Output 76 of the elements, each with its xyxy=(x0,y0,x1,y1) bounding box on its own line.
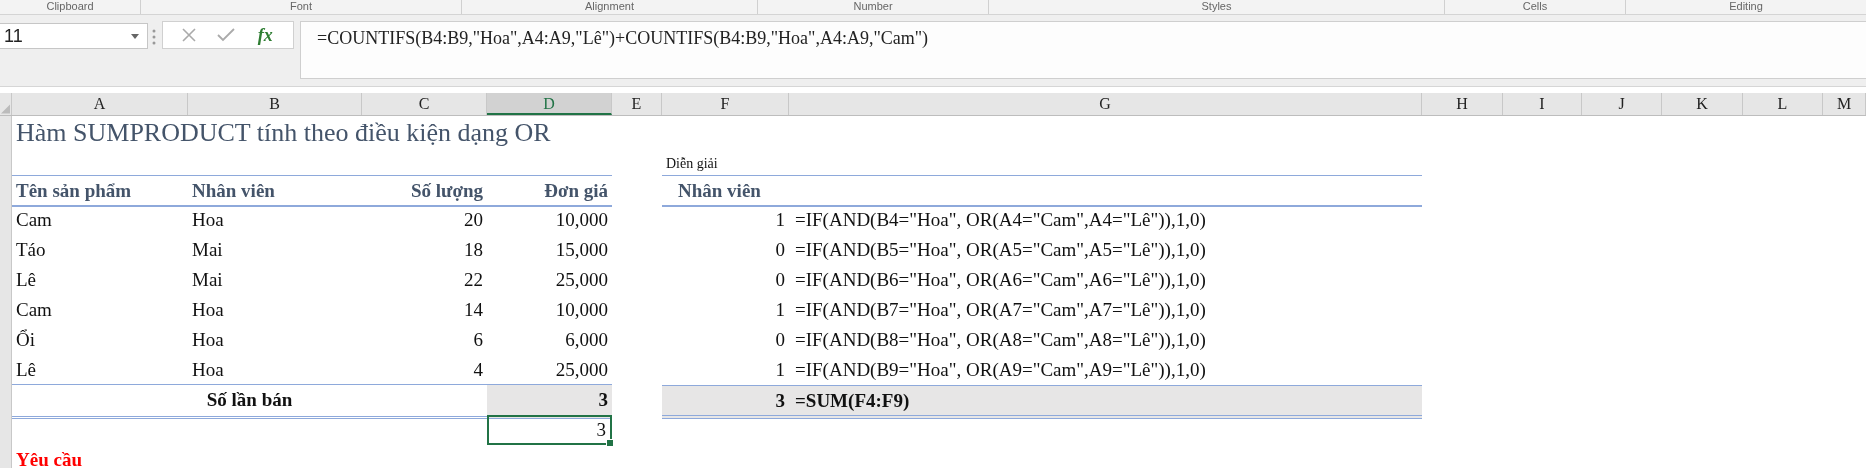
column-header[interactable]: B xyxy=(188,93,362,115)
ribbon-group-label: Alignment xyxy=(585,0,634,13)
column-heading: Đơn giá xyxy=(487,175,612,207)
table-cell-text: 1 xyxy=(774,208,786,232)
total-value: 3 xyxy=(487,385,612,419)
table-cell-text: 6 xyxy=(472,328,484,352)
table-cell-text: Mai xyxy=(191,238,224,262)
table-cell-text: 15,000 xyxy=(554,238,609,262)
table-cell-text: 0 xyxy=(774,238,786,262)
formula-text: =IF(AND(B5="Hoa", OR(A5="Cam",A5="Lê")),1,0) xyxy=(794,238,1207,262)
ribbon-group-label: Number xyxy=(853,0,893,13)
dropdown-caret-icon xyxy=(131,33,139,39)
formula-text: =IF(AND(B8="Hoa", OR(A8="Cam",A8="Lê")),1,0) xyxy=(794,328,1207,352)
table-cell-text: Cam xyxy=(15,298,53,322)
table-cell-text: 0 xyxy=(774,328,786,352)
column-header[interactable]: I xyxy=(1503,93,1582,115)
table-cell: Hoa xyxy=(188,355,362,385)
table-cell-text: 25,000 xyxy=(554,268,609,292)
caption-text: Diễn giải xyxy=(665,155,719,173)
ribbon-group-label: Editing xyxy=(1729,0,1763,13)
check-icon[interactable] xyxy=(217,28,236,42)
sheet-title: Hàm SUMPRODUCT tính theo điều kiện dạng OR xyxy=(15,117,552,149)
ribbon-group-label: Styles xyxy=(1201,0,1232,13)
column-header[interactable]: F xyxy=(662,93,789,115)
table-cell-text: Cam xyxy=(15,208,53,232)
row-header[interactable] xyxy=(0,445,12,468)
requirement-heading: Yêu cầu xyxy=(15,448,83,468)
ribbon-group-label: Font xyxy=(290,0,312,13)
formula-text: =SUM(F4:F9) xyxy=(789,385,1422,419)
column-header[interactable]: D xyxy=(487,93,612,115)
table-cell-text: Hoa xyxy=(191,208,225,232)
ribbon-group-label: Clipboard xyxy=(46,0,94,13)
insert-function-button[interactable]: fx xyxy=(255,24,275,46)
formula-text: =IF(AND(B9="Hoa", OR(A9="Cam",A9="Lê")),1,0) xyxy=(794,358,1207,382)
select-all-button[interactable] xyxy=(0,93,12,115)
column-header[interactable]: J xyxy=(1582,93,1662,115)
table-cell-text: 22 xyxy=(463,268,484,292)
table-cell: Lê xyxy=(12,355,188,385)
formula-text: =IF(AND(B7="Hoa", OR(A7="Cam",A7="Lê")),1,0) xyxy=(794,298,1207,322)
table-cell-text: 1 xyxy=(774,298,786,322)
name-box[interactable]: 11 xyxy=(0,23,148,49)
column-heading: Tên sản phẩm xyxy=(12,175,188,207)
formula-input[interactable]: =COUNTIFS(B4:B9,"Hoa",A4:A9,"Lê")+COUNTIFS(B4:B9,"Hoa",A4:A9,"Cam") xyxy=(300,21,1866,79)
column-heading: Nhân viên xyxy=(662,175,1422,207)
table-cell: 4 xyxy=(362,355,487,385)
table-cell-text: Hoa xyxy=(191,328,225,352)
table-cell-text: Mai xyxy=(191,268,224,292)
selected-cell[interactable]: 3 xyxy=(487,415,612,445)
column-header[interactable]: H xyxy=(1422,93,1503,115)
column-header[interactable]: A xyxy=(12,93,188,115)
table-cell-text: 18 xyxy=(463,238,484,262)
column-heading: Nhân viên xyxy=(188,175,362,207)
table-cell-text: 14 xyxy=(463,298,484,322)
column-header[interactable]: E xyxy=(612,93,662,115)
table-cell-text: 1 xyxy=(774,358,786,382)
table-cell-text: 6,000 xyxy=(564,328,609,352)
table-cell-text: Ổi xyxy=(15,328,36,352)
column-heading: Số lượng xyxy=(362,175,487,207)
row-header[interactable] xyxy=(0,116,12,150)
column-header[interactable]: G xyxy=(789,93,1422,115)
table-cell-text: 20 xyxy=(463,208,484,232)
table-cell-text: Lê xyxy=(15,268,38,292)
column-header[interactable]: L xyxy=(1743,93,1823,115)
total-value: 3 xyxy=(662,385,789,419)
column-header[interactable]: K xyxy=(1662,93,1743,115)
table-cell-text: 10,000 xyxy=(554,208,609,232)
grip-icon xyxy=(152,29,156,45)
table-cell-text: Táo xyxy=(15,238,47,262)
table-cell-text: Hoa xyxy=(191,298,225,322)
table-cell-text: 0 xyxy=(774,268,786,292)
cancel-icon[interactable] xyxy=(181,27,198,43)
formula-text: =IF(AND(B4="Hoa", OR(A4="Cam",A4="Lê")),1,0) xyxy=(794,208,1207,232)
ribbon-group-label: Cells xyxy=(1522,0,1548,13)
formula-text: =IF(AND(B6="Hoa", OR(A6="Cam",A6="Lê")),1,0) xyxy=(794,268,1207,292)
table-cell-text: 10,000 xyxy=(554,298,609,322)
column-header[interactable]: M xyxy=(1823,93,1866,115)
